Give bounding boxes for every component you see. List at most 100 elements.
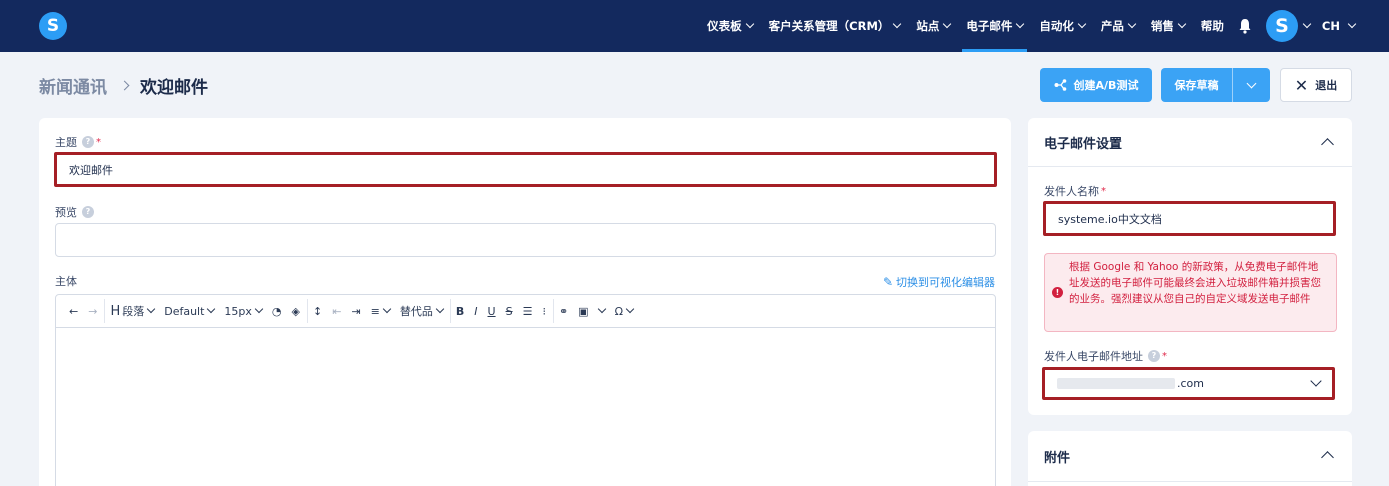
numbered-list-icon: ⁝ — [542, 304, 546, 318]
align-left-icon: ≡ — [370, 304, 380, 318]
exit-label: 退出 — [1315, 79, 1338, 92]
language-label: CH — [1321, 19, 1340, 33]
chevron-down-icon — [625, 304, 635, 314]
strikethrough-button[interactable]: S — [501, 299, 518, 323]
chevron-down-icon[interactable] — [1302, 19, 1312, 29]
chevron-down-icon — [597, 304, 606, 314]
italic-button[interactable]: I — [469, 299, 482, 323]
sender-email-select[interactable]: .com — [1042, 367, 1335, 400]
indent-icon: ⇥ — [351, 304, 361, 318]
close-icon: ✕ — [1294, 75, 1309, 95]
outdent-icon: ⇤ — [332, 304, 342, 318]
logo[interactable]: S — [39, 12, 67, 40]
font-size-label: 15px — [224, 304, 252, 318]
sender-email-label-row: 发件人电子邮件地址 ? * — [1044, 348, 1167, 364]
chevron-down-icon — [1127, 19, 1137, 29]
nav-item-sites[interactable]: 站点 — [908, 0, 958, 52]
bold-icon: B — [455, 304, 465, 318]
required-marker: * — [1162, 350, 1167, 362]
alternatives-select[interactable]: 替代品 — [395, 299, 448, 323]
divider — [1028, 481, 1352, 482]
help-icon[interactable]: ? — [82, 136, 94, 148]
bell-icon[interactable] — [1238, 18, 1252, 34]
save-draft-button-group: 保存草稿 — [1161, 68, 1270, 102]
omega-icon: Ω — [614, 304, 623, 318]
save-draft-button[interactable]: 保存草稿 — [1161, 68, 1233, 102]
paint-bucket-icon: ◈ — [291, 304, 300, 318]
preview-label-row: 预览 ? — [55, 204, 94, 220]
language-selector[interactable]: CH — [1321, 19, 1357, 33]
underline-icon: U — [487, 304, 496, 318]
more-insert-dropdown[interactable] — [594, 299, 610, 323]
nav-item-crm[interactable]: 客户关系管理（CRM） — [761, 0, 909, 52]
line-height-button[interactable]: ↕ — [307, 299, 327, 323]
chevron-down-icon — [745, 19, 754, 29]
attachments-panel: 附件 — [1028, 431, 1352, 486]
chevron-down-icon — [943, 19, 952, 29]
deliverability-alert: ! 根据 Google 和 Yahoo 的新政策，从免费电子邮件地址发送的电子邮… — [1044, 253, 1337, 332]
nav-item-sales[interactable]: 销售 — [1143, 0, 1193, 52]
help-icon[interactable]: ? — [1148, 350, 1160, 362]
required-marker: * — [1101, 185, 1106, 197]
special-character-select[interactable]: Ω — [610, 299, 638, 323]
exit-button[interactable]: ✕ 退出 — [1280, 68, 1352, 102]
chevron-up-icon[interactable] — [1321, 138, 1334, 151]
subject-input[interactable]: 欢迎邮件 — [54, 152, 997, 187]
create-ab-test-button[interactable]: 创建A/B测试 — [1040, 68, 1152, 102]
text-color-button[interactable]: ◔ — [267, 299, 287, 323]
avatar[interactable]: S — [1265, 10, 1298, 42]
redo-button[interactable]: → — [83, 299, 102, 323]
nav-item-dashboard[interactable]: 仪表板 — [699, 0, 761, 52]
heading-icon: H — [110, 303, 121, 319]
nav-item-email[interactable]: 电子邮件 — [958, 0, 1031, 52]
bullet-list-icon: ☰ — [522, 304, 533, 318]
editor-body[interactable] — [56, 328, 995, 486]
email-settings-title: 电子邮件设置 — [1044, 137, 1123, 152]
preview-input[interactable] — [55, 223, 996, 257]
italic-icon: I — [474, 304, 478, 318]
chevron-up-icon[interactable] — [1321, 451, 1334, 464]
save-draft-label: 保存草稿 — [1174, 79, 1219, 92]
image-button[interactable]: ▣ — [573, 299, 593, 323]
nav-item-automation[interactable]: 自动化 — [1031, 0, 1093, 52]
underline-button[interactable]: U — [483, 299, 501, 323]
bullet-list-button[interactable]: ☰ — [518, 299, 538, 323]
undo-button[interactable]: ← — [64, 299, 83, 323]
outdent-button[interactable]: ⇤ — [327, 299, 346, 323]
nav-item-products[interactable]: 产品 — [1093, 0, 1143, 52]
sender-name-label: 发件人名称 — [1044, 185, 1099, 198]
link-button[interactable]: ⚭ — [552, 299, 573, 323]
alert-text: 根据 Google 和 Yahoo 的新政策，从免费电子邮件地址发送的电子邮件可… — [1069, 261, 1321, 305]
align-select[interactable]: ≡ — [366, 299, 395, 323]
link-icon: ⚭ — [558, 304, 569, 318]
body-label-row: 主体 — [55, 273, 77, 289]
font-select[interactable]: Default — [159, 299, 219, 323]
nav-item-help[interactable]: 帮助 — [1193, 0, 1232, 52]
chevron-down-icon — [146, 304, 156, 314]
chevron-down-icon — [1310, 375, 1322, 387]
chevron-down-icon — [1016, 19, 1025, 29]
indent-button[interactable]: ⇥ — [346, 299, 365, 323]
required-marker: * — [96, 136, 101, 148]
paragraph-select[interactable]: H 段落 — [104, 299, 159, 323]
email-settings-panel: 电子邮件设置 发件人名称 * systeme.io中文文档 ! 根据 Googl… — [1028, 118, 1352, 415]
sender-email-label: 发件人电子邮件地址 — [1044, 350, 1143, 363]
line-height-icon: ↕ — [313, 304, 323, 318]
font-label: Default — [164, 304, 205, 318]
chevron-down-icon — [435, 304, 445, 314]
help-icon[interactable]: ? — [82, 206, 94, 218]
split-icon — [1054, 79, 1066, 91]
sender-name-input[interactable]: systeme.io中文文档 — [1043, 201, 1336, 236]
background-color-button[interactable]: ◈ — [287, 299, 305, 323]
chevron-right-icon — [119, 80, 130, 91]
nav-menu: 仪表板 客户关系管理（CRM） 站点 电子邮件 自动化 产品 销售 帮助 S C… — [699, 0, 1357, 52]
attachments-title: 附件 — [1044, 451, 1071, 466]
save-options-dropdown[interactable] — [1233, 68, 1270, 102]
sender-email-domain: .com — [1177, 377, 1204, 390]
breadcrumb-parent[interactable]: 新闻通讯 — [39, 73, 107, 98]
error-icon: ! — [1052, 287, 1063, 298]
switch-visual-editor-link[interactable]: ✎ 切换到可视化编辑器 — [883, 274, 995, 290]
bold-button[interactable]: B — [449, 299, 469, 323]
numbered-list-button[interactable]: ⁝ — [537, 299, 551, 323]
font-size-select[interactable]: 15px — [219, 299, 267, 323]
